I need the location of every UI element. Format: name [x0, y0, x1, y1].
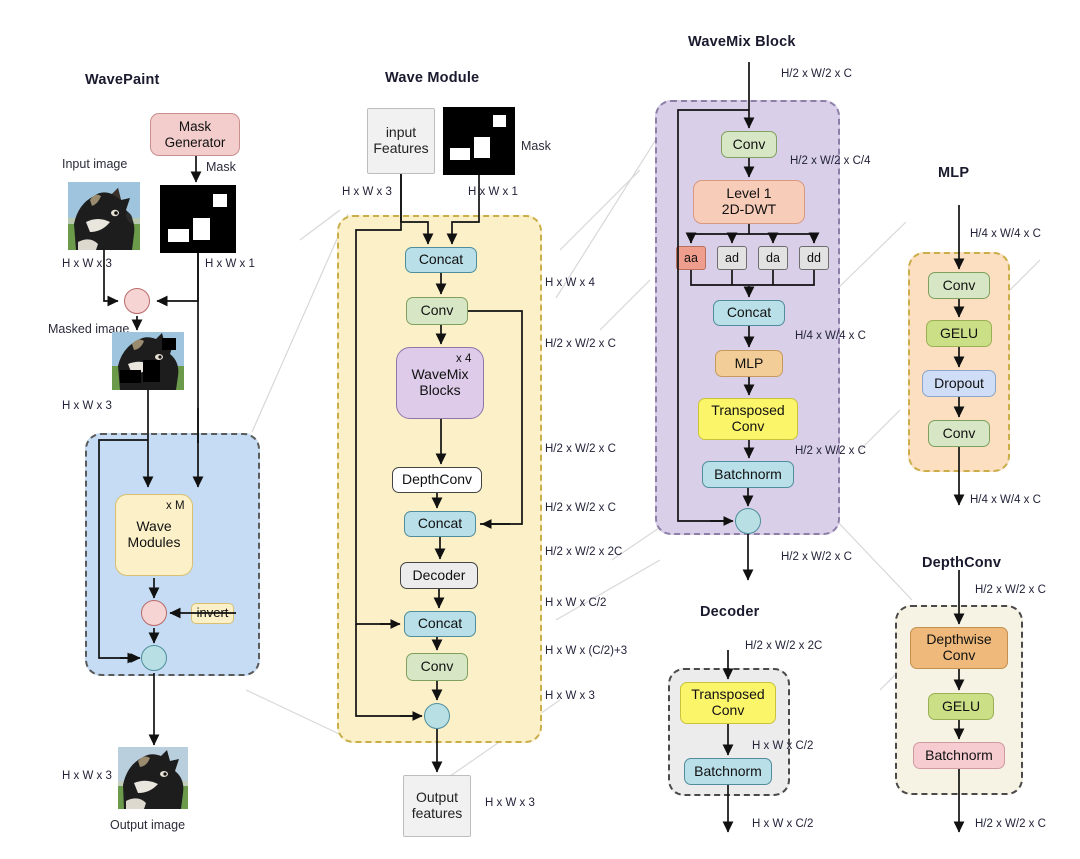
- dim-wm-in-mask: H x W x 1: [468, 186, 518, 198]
- output-image-thumb: [118, 747, 188, 809]
- wmb-batchnorm: Batchnorm: [702, 461, 794, 488]
- dec-batchnorm: Batchnorm: [684, 758, 772, 785]
- dim-wm-4: H/2 x W/2 x 2C: [545, 546, 623, 558]
- multiply-op-1: [124, 288, 150, 314]
- dim-wmb-out: H/2 x W/2 x C: [781, 551, 852, 563]
- wm-concat-2: Concat: [404, 511, 476, 537]
- wm-concat-1: Concat: [405, 247, 477, 273]
- mlp-dropout: Dropout: [922, 370, 996, 397]
- wmb-dwt: Level 1 2D-DWT: [693, 180, 805, 224]
- wm-add-op: [424, 703, 450, 729]
- wm-concat-3: Concat: [404, 611, 476, 637]
- wave-module-mask-label: Mask: [521, 139, 551, 153]
- wmb-transposed-conv: Transposed Conv: [698, 398, 798, 440]
- page-title-wavemix-block: WaveMix Block: [688, 34, 796, 50]
- dim-wm-1: H/2 x W/2 x C: [545, 338, 616, 350]
- dim-wm-in-features: H x W x 3: [342, 186, 392, 198]
- output-features-node: Output features: [403, 775, 471, 837]
- dc-gelu: GELU: [928, 693, 994, 720]
- dim-dec-out: H x W x C/2: [752, 818, 814, 830]
- mlp-conv-2: Conv: [928, 420, 990, 447]
- wave-modules-repeat: x M: [166, 500, 185, 512]
- input-image-thumb: [68, 182, 140, 250]
- mask-image-thumb: [160, 185, 236, 253]
- wm-decoder: Decoder: [400, 562, 478, 589]
- invert-node: invert: [191, 603, 234, 624]
- wave-module-mask-thumb: [443, 107, 515, 175]
- wm-depthconv: DepthConv: [392, 467, 482, 493]
- dim-wmb-4: H/2 x W/2 x C: [795, 445, 866, 457]
- dec-transposed-conv: Transposed Conv: [680, 682, 776, 724]
- dim-output-image: H x W x 3: [62, 770, 112, 782]
- dim-dec-in: H/2 x W/2 x 2C: [745, 640, 823, 652]
- masked-image-thumb: [112, 332, 184, 390]
- page-title-depthconv: DepthConv: [922, 555, 1002, 571]
- wmb-add-op: [735, 508, 761, 534]
- wm-conv-2: Conv: [406, 653, 468, 681]
- dim-mlp-in: H/4 x W/4 x C: [970, 228, 1041, 240]
- subband-aa: aa: [676, 246, 706, 270]
- wmb-concat: Concat: [713, 300, 785, 326]
- subband-dd: dd: [799, 246, 829, 270]
- dim-masked-image: H x W x 3: [62, 400, 112, 412]
- dim-dc-in: H/2 x W/2 x C: [975, 584, 1046, 596]
- dim-wmb-2: H/4 x W/4 x C: [795, 330, 866, 342]
- dim-wm-5: H x W x C/2: [545, 597, 607, 609]
- page-title-wavepaint: WavePaint: [85, 72, 160, 88]
- dim-wm-2: H/2 x W/2 x C: [545, 443, 616, 455]
- dc-batchnorm: Batchnorm: [913, 742, 1005, 769]
- page-title-decoder: Decoder: [700, 604, 760, 620]
- dim-input-image: H x W x 3: [62, 258, 112, 270]
- dim-wmb-0: H/2 x W/2 x C/4: [790, 155, 871, 167]
- mlp-gelu: GELU: [926, 320, 992, 347]
- dim-wm-7: H x W x 3: [545, 690, 595, 702]
- dc-depthwise-conv: Depthwise Conv: [910, 627, 1008, 669]
- subband-ad: ad: [717, 246, 747, 270]
- dim-wm-out: H x W x 3: [485, 797, 535, 809]
- add-op-1: [141, 645, 167, 671]
- input-image-label: Input image: [62, 157, 128, 171]
- page-title-wave-module: Wave Module: [385, 70, 480, 86]
- wmb-conv: Conv: [721, 131, 777, 158]
- subband-da: da: [758, 246, 788, 270]
- mask-generator-node: Mask Generator: [150, 113, 240, 156]
- dim-wmb-in: H/2 x W/2 x C: [781, 68, 852, 80]
- wm-conv-1: Conv: [406, 297, 468, 325]
- input-features-node: input Features: [367, 108, 435, 174]
- wm-wavemix-repeat: x 4: [456, 353, 472, 365]
- dim-wm-3: H/2 x W/2 x C: [545, 502, 616, 514]
- dim-dec-mid: H x W x C/2: [752, 740, 814, 752]
- dim-mask: H x W x 1: [205, 258, 255, 270]
- mlp-conv-1: Conv: [928, 272, 990, 299]
- wmb-mlp: MLP: [715, 350, 783, 377]
- output-image-label: Output image: [110, 818, 186, 832]
- dim-wm-0: H x W x 4: [545, 277, 595, 289]
- page-title-mlp: MLP: [938, 165, 970, 181]
- dim-wm-6: H x W x (C/2)+3: [545, 645, 628, 657]
- architecture-diagram: WavePaint Mask Generator Mask Input imag…: [0, 0, 1080, 859]
- multiply-op-2: [141, 600, 167, 626]
- mask-arrow-label: Mask: [206, 160, 236, 174]
- dim-dc-out: H/2 x W/2 x C: [975, 818, 1046, 830]
- dim-mlp-out: H/4 x W/4 x C: [970, 494, 1041, 506]
